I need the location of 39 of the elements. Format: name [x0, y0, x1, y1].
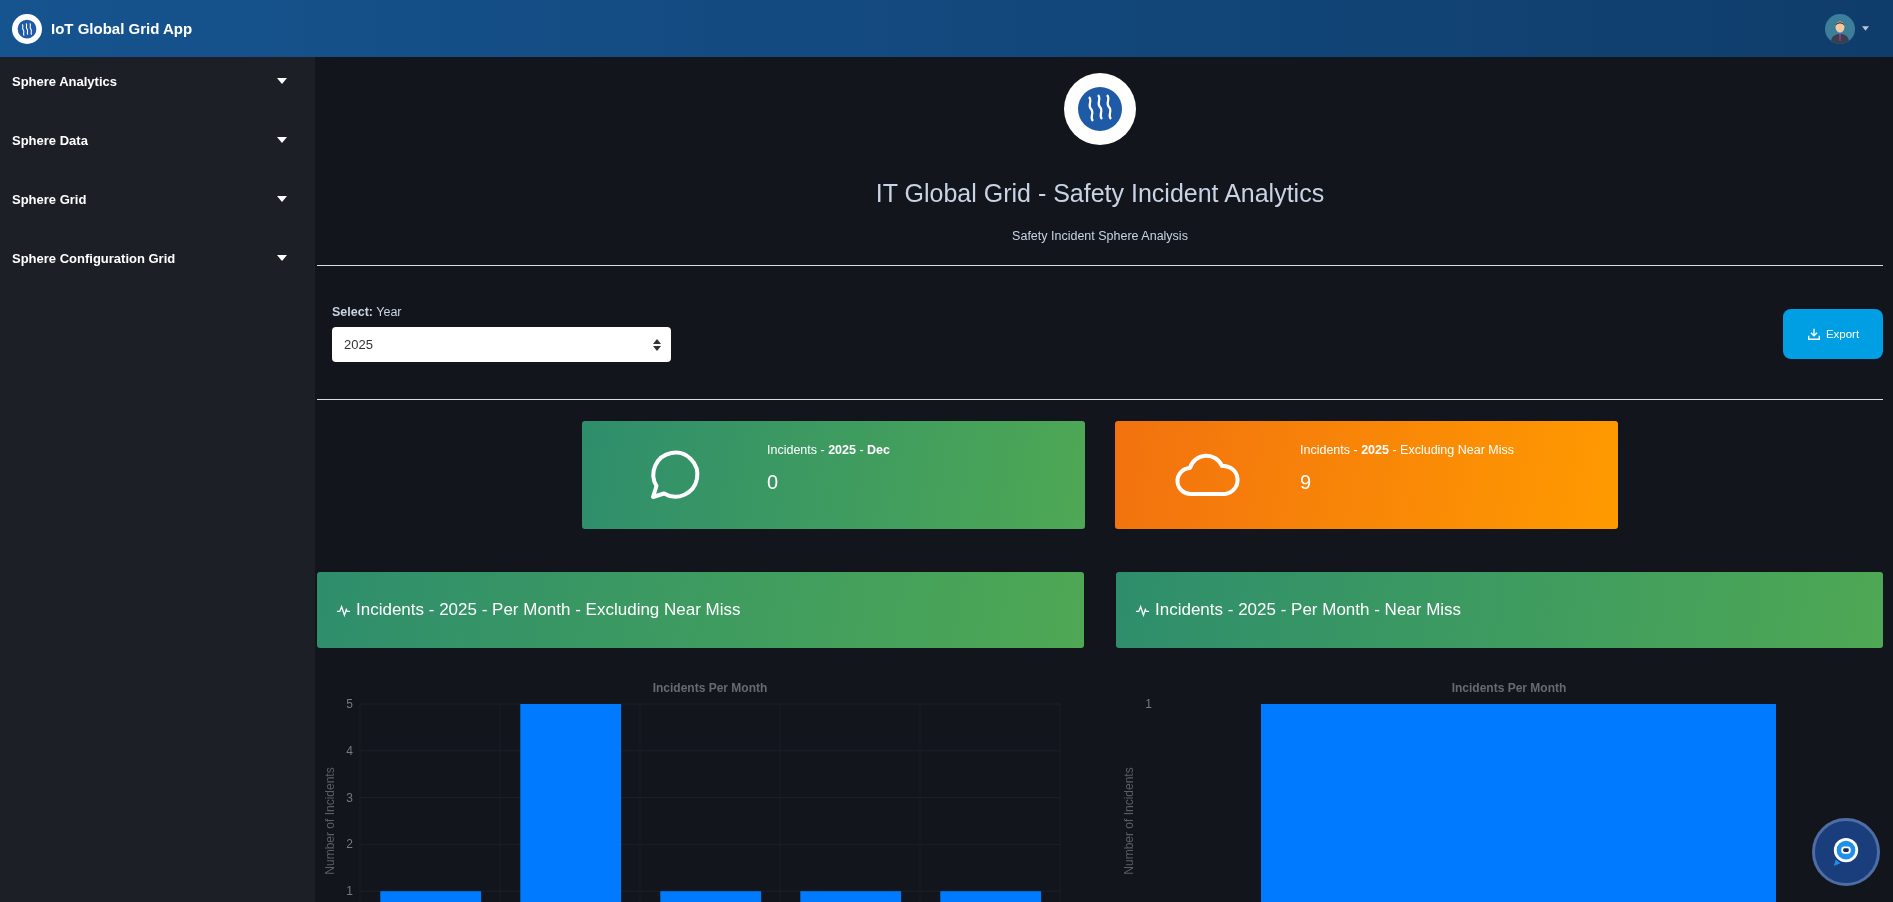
- logo-icon: [1064, 73, 1136, 145]
- sort-caret-icon: [653, 338, 661, 351]
- sidebar-item[interactable]: Sphere Configuration Grid: [0, 251, 315, 310]
- caret-icon: [277, 78, 287, 84]
- chart-title: Incidents Per Month: [1451, 681, 1567, 695]
- chat-bot-icon: [1832, 837, 1860, 867]
- app-title: IoT Global Grid App: [51, 20, 193, 37]
- chart-header-title: Incidents - 2025 - Per Month - Excluding Near Miss: [356, 600, 741, 620]
- pulse-icon: [1135, 602, 1150, 618]
- cloud-icon: [1174, 452, 1241, 498]
- y-tick-label: 1: [346, 884, 353, 899]
- caret-icon: [277, 137, 287, 143]
- chart-title: Incidents Per Month: [652, 681, 768, 695]
- filter-label: Select: Year: [332, 305, 403, 319]
- page-title: IT Global Grid - Safety Incident Analytics: [875, 178, 1325, 209]
- card-value: 9: [1300, 471, 1312, 494]
- card-label: Incidents - 2025 - Dec: [767, 443, 890, 457]
- y-tick-label: 5: [346, 697, 353, 711]
- y-tick-label: 4: [346, 743, 353, 758]
- app-logo-icon: [12, 13, 42, 44]
- card-value: 0: [767, 471, 779, 494]
- caret-icon: [277, 255, 287, 261]
- chart-header-title: Incidents - 2025 - Per Month - Near Miss: [1155, 600, 1462, 620]
- y-tick-label: 3: [346, 790, 353, 805]
- caret-icon[interactable]: [1862, 26, 1869, 31]
- y-axis-label: Number of Incidents: [323, 767, 337, 875]
- download-icon: [1806, 326, 1821, 341]
- sidebar-item[interactable]: Sphere Grid: [0, 192, 315, 251]
- avatar-icon[interactable]: [1825, 13, 1855, 44]
- y-tick-label: 1: [1145, 697, 1152, 711]
- card-label: Incidents - 2025 - Excluding Near Miss: [1300, 443, 1514, 457]
- sidebar-item[interactable]: Sphere Analytics: [0, 74, 315, 133]
- sidebar-item[interactable]: Sphere Data: [0, 133, 315, 192]
- page-subtitle: Safety Incident Sphere Analysis: [1012, 229, 1188, 243]
- pulse-icon: [336, 602, 351, 618]
- year-select[interactable]: 2025: [332, 327, 671, 362]
- y-tick-label: 2: [346, 837, 353, 852]
- y-axis-label: Number of Incidents: [1122, 767, 1136, 875]
- caret-icon: [277, 196, 287, 202]
